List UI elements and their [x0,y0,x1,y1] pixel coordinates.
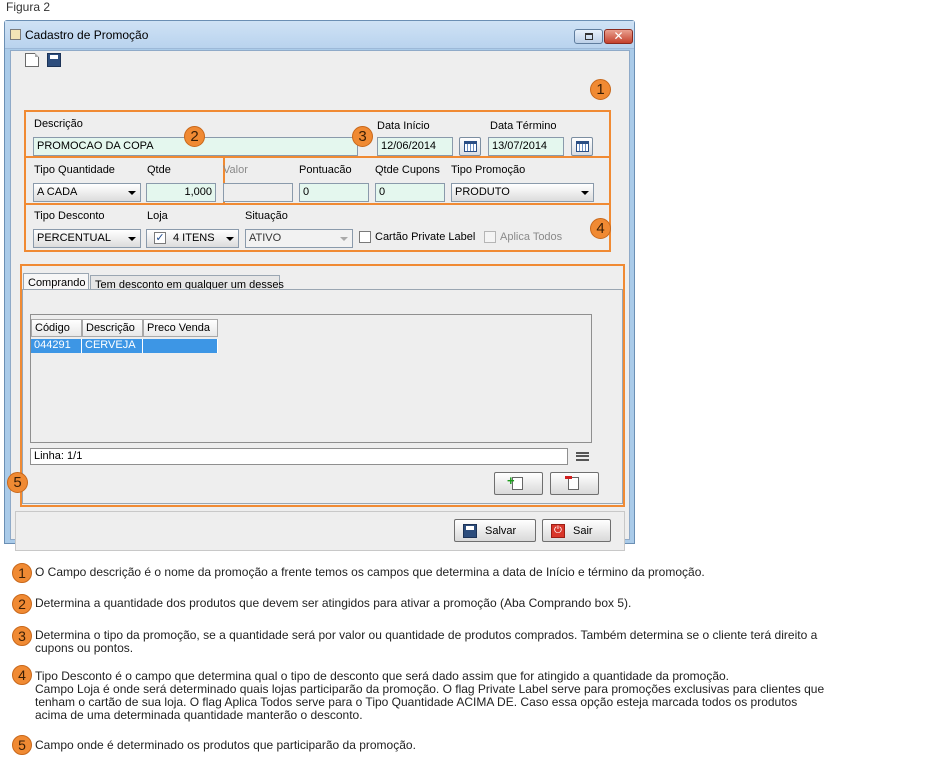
loja-value: 4 ITENS [173,232,215,244]
data-termino-label: Data Término [490,120,557,132]
qtde-cupons-input[interactable]: 0 [375,183,445,202]
loja-select[interactable]: ✓ 4 ITENS [146,229,239,248]
chevron-down-icon [128,237,136,241]
row-status-field: Linha: 1/1 [30,448,568,465]
note-badge-5: 5 [12,735,32,755]
salvar-button-label: Salvar [485,525,517,537]
annotation-divider [24,156,611,158]
column-header-descricao[interactable]: Descrição [82,319,143,337]
power-exit-icon: ⏻ [551,524,565,538]
tipo-quantidade-label: Tipo Quantidade [34,164,115,176]
note-3-text: Determina o tipo da promoção, se a quant… [35,629,817,655]
table-cell-codigo[interactable]: 044291 [31,339,82,353]
save-disk-icon[interactable] [47,53,61,67]
note-line: cupons ou pontos. [35,641,134,655]
chevron-down-icon [226,237,234,241]
tipo-promocao-select[interactable]: PRODUTO [451,183,594,202]
qtde-cupons-label: Qtde Cupons [375,164,440,176]
private-label-label: Cartão Private Label [375,231,476,243]
chevron-down-icon [128,191,136,195]
save-disk-icon [463,524,477,538]
java-app-icon [10,29,21,40]
remove-product-button[interactable] [550,472,599,495]
annotation-divider [24,203,611,205]
loja-label: Loja [147,210,168,222]
aplica-todos-label: Aplica Todos [500,231,563,243]
valor-input[interactable] [223,183,293,202]
note-line: acima de uma determinada quantidade mant… [35,708,363,722]
aplica-todos-checkbox[interactable] [484,231,496,243]
tipo-desconto-label: Tipo Desconto [34,210,105,222]
add-product-button[interactable] [494,472,543,495]
data-inicio-calendar-button[interactable] [459,137,481,156]
window-content: Descrição PROMOCAO DA COPA Data Início 1… [10,50,630,551]
note-line: Campo onde é determinado os produtos que… [35,738,416,752]
add-document-icon [507,473,523,490]
table-cell-descricao[interactable]: CERVEJA [82,339,143,353]
tipo-desconto-select[interactable]: PERCENTUAL [33,229,141,248]
private-label-checkbox[interactable] [359,231,371,243]
column-header-codigo[interactable]: Código [31,319,82,337]
data-inicio-label: Data Início [377,120,430,132]
valor-label: Valor [223,164,248,176]
salvar-button[interactable]: Salvar [454,519,536,542]
note-line: Determina a quantidade dos produtos que … [35,596,632,610]
annotation-badge-1: 1 [590,79,611,100]
annotation-badge-2: 2 [184,126,205,147]
sair-button[interactable]: ⏻ Sair [542,519,611,542]
chevron-down-icon [340,237,348,241]
data-termino-input[interactable]: 13/07/2014 [488,137,564,156]
table-cell-preco-venda[interactable] [143,339,218,353]
pontuacao-label: Pontuacão [299,164,352,176]
close-icon: ✕ [613,29,624,43]
data-inicio-input[interactable]: 12/06/2014 [377,137,453,156]
restore-button[interactable] [574,29,603,44]
descricao-label: Descrição [34,118,83,130]
note-4-text: Tipo Desconto é o campo que determina qu… [35,670,824,722]
note-2-text: Determina a quantidade dos produtos que … [35,597,631,610]
annotation-badge-3: 3 [352,126,373,147]
qtde-label: Qtde [147,164,171,176]
qtde-input[interactable]: 1,000 [146,183,216,202]
annotation-badge-5: 5 [7,472,28,493]
tipo-promocao-value: PRODUTO [455,186,510,198]
chevron-down-icon [581,191,589,195]
new-document-icon[interactable] [25,53,39,67]
title-bar[interactable]: Cadastro de Promoção ✕ [5,21,634,49]
situacao-label: Situação [245,210,288,222]
annotation-badge-4: 4 [590,218,611,239]
figure-caption: Figura 2 [6,0,51,14]
hamburger-menu-icon[interactable] [576,452,589,461]
remove-document-icon [565,476,579,490]
situacao-value: ATIVO [249,232,282,244]
situacao-select[interactable]: ATIVO [245,229,353,248]
note-1-text: O Campo descrição é o nome da promoção a… [35,566,705,579]
tipo-desconto-value: PERCENTUAL [37,232,111,244]
note-badge-4: 4 [12,665,32,685]
close-button[interactable]: ✕ [604,29,633,44]
window-title: Cadastro de Promoção [25,28,149,42]
note-badge-2: 2 [12,594,32,614]
note-line: O Campo descrição é o nome da promoção a… [35,565,705,579]
promotion-window: Cadastro de Promoção ✕ Descrição PROMOCA… [4,20,635,551]
tipo-quantidade-value: A CADA [37,186,78,198]
tipo-promocao-label: Tipo Promoção [451,164,526,176]
note-badge-1: 1 [12,563,32,583]
column-header-preco-venda[interactable]: Preco Venda [143,319,218,337]
calendar-icon [576,141,589,152]
note-line: Determina o tipo da promoção, se a quant… [35,628,818,642]
pontuacao-input[interactable]: 0 [299,183,369,202]
restore-icon [585,33,593,40]
tipo-quantidade-select[interactable]: A CADA [33,183,141,202]
loja-checkbox[interactable]: ✓ [154,232,166,244]
note-badge-3: 3 [12,626,32,646]
calendar-icon [464,141,477,152]
sair-button-label: Sair [573,525,593,537]
products-table[interactable]: Código Descrição Preco Venda 044291 CERV… [30,314,592,443]
note-5-text: Campo onde é determinado os produtos que… [35,739,416,752]
data-termino-calendar-button[interactable] [571,137,593,156]
